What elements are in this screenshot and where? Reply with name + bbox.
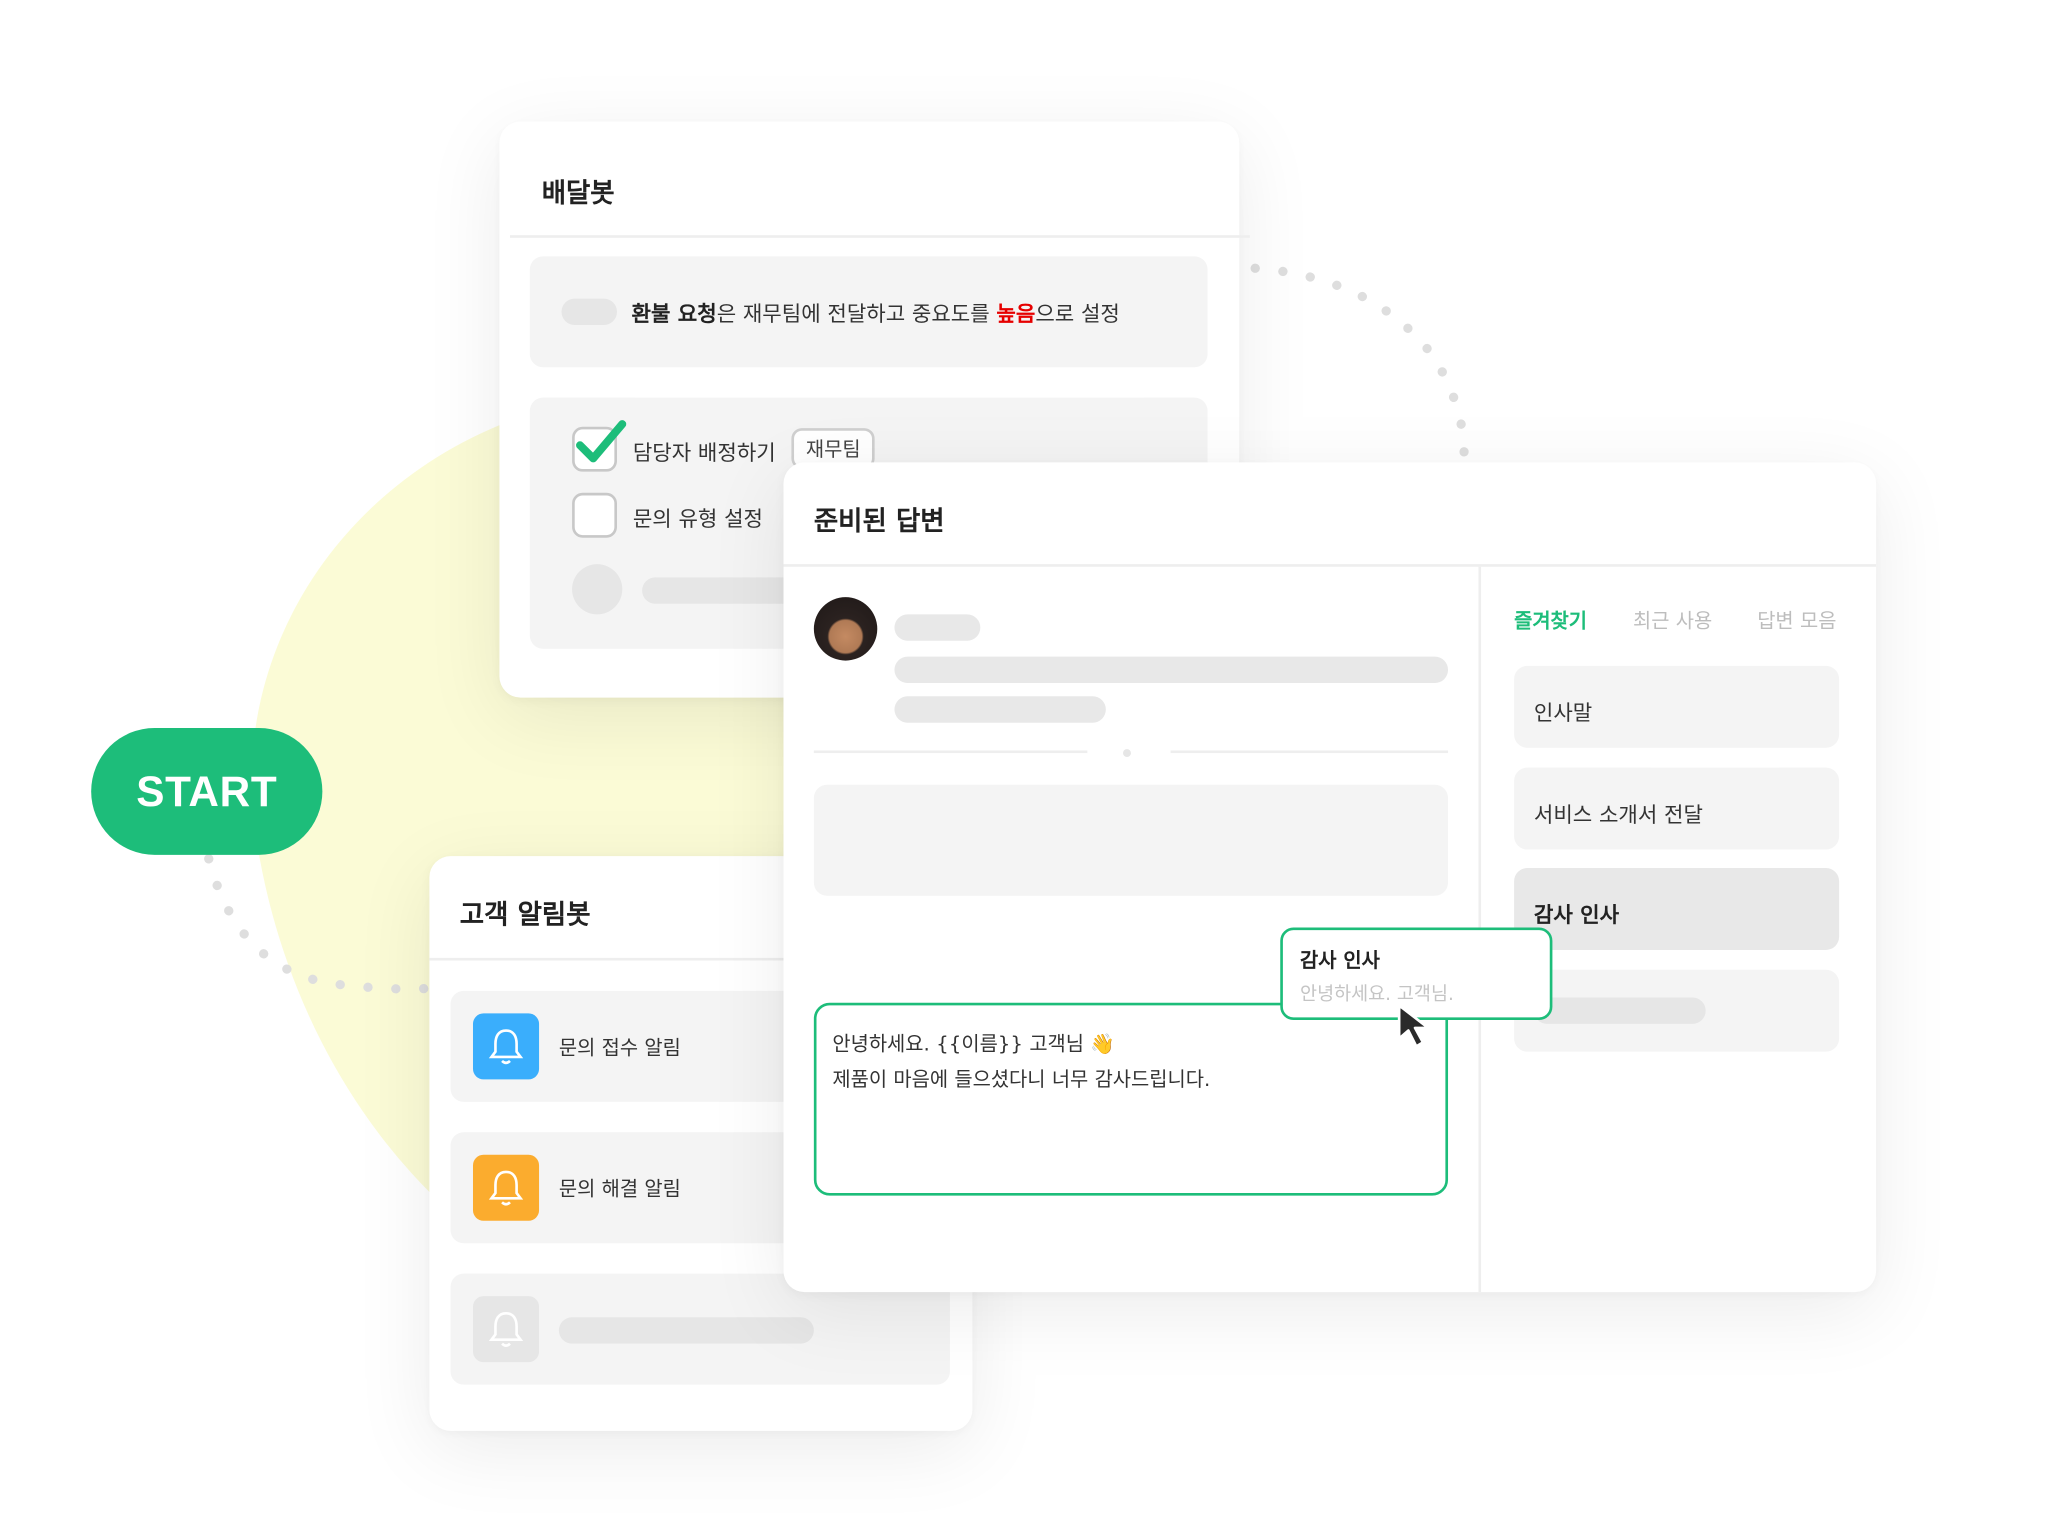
placeholder-name [894, 614, 981, 641]
start-button[interactable]: START [91, 727, 323, 855]
avatar [813, 597, 878, 661]
divider-dot [1123, 749, 1131, 758]
card-divider [783, 564, 1877, 567]
message-placeholder [813, 784, 1449, 896]
bell-icon [472, 1013, 540, 1080]
reply-item-label: 서비스 소개서 전달 [1533, 801, 1703, 828]
cursor-icon [1397, 1004, 1430, 1048]
check-icon [576, 420, 627, 463]
reply-item-placeholder [1514, 969, 1840, 1052]
illustration-stage: 배달봇 환불 요청은 재무팀에 전달하고 중요도를 높음으로 설정 담당자 배정… [0, 0, 2048, 1535]
notification-label: 문의 해결 알림 [558, 1177, 681, 1201]
rule-middle: 은 재무팀에 전달하고 중요도를 [716, 301, 997, 327]
placeholder-line [894, 696, 1106, 723]
editor-line-2: 제품이 마음에 들으셨다니 너무 감사드립니다. [832, 1067, 1211, 1092]
rule-row: 환불 요청은 재무팀에 전달하고 중요도를 높음으로 설정 [529, 256, 1208, 368]
tab-collection[interactable]: 답변 모음 [1757, 606, 1836, 634]
rule-toggle[interactable] [561, 298, 618, 326]
notification-label: 문의 접수 알림 [558, 1035, 681, 1060]
bell-icon [472, 1154, 540, 1221]
rule-priority: 높음 [996, 301, 1036, 327]
message-divider [1170, 750, 1449, 754]
assign-checkbox[interactable] [572, 420, 627, 472]
rule-keyword: 환불 요청 [631, 301, 717, 327]
reply-item-greeting[interactable]: 인사말 [1514, 665, 1840, 748]
delivery-bot-title: 배달봇 [541, 177, 615, 209]
tooltip-title: 감사 인사 [1300, 948, 1380, 973]
editor-line-1: 안녕하세요. {{이름}} 고객님 👋 [832, 1031, 1116, 1056]
reply-item-label: 인사말 [1533, 700, 1593, 726]
card-divider [429, 957, 787, 961]
tab-recent[interactable]: 최근 사용 [1633, 606, 1712, 634]
reply-item-label: 감사 인사 [1533, 902, 1620, 928]
bell-icon [472, 1296, 540, 1363]
placeholder-line [558, 1317, 814, 1344]
reply-item-thanks[interactable]: 감사 인사 [1514, 868, 1840, 950]
placeholder-circle [572, 564, 623, 615]
placeholder-line [1533, 997, 1706, 1024]
prepared-replies-title: 준비된 답변 [813, 504, 945, 537]
rule-text: 환불 요청은 재무팀에 전달하고 중요도를 높음으로 설정 [632, 296, 1120, 328]
type-checkbox[interactable] [572, 492, 618, 538]
reply-editor[interactable]: 안녕하세요. {{이름}} 고객님 👋 제품이 마음에 들으셨다니 너무 감사드… [813, 1002, 1449, 1196]
card-divider [509, 235, 1250, 238]
reply-item-intro[interactable]: 서비스 소개서 전달 [1514, 767, 1840, 850]
type-label: 문의 유형 설정 [632, 506, 763, 532]
message-divider [813, 750, 1088, 754]
assign-label: 담당자 배정하기 [632, 439, 776, 466]
rule-end: 으로 설정 [1035, 301, 1120, 327]
notify-bot-title: 고객 알림봇 [459, 898, 591, 931]
placeholder-line [894, 656, 1449, 684]
tab-favorites[interactable]: 즐겨찾기 [1514, 606, 1587, 634]
